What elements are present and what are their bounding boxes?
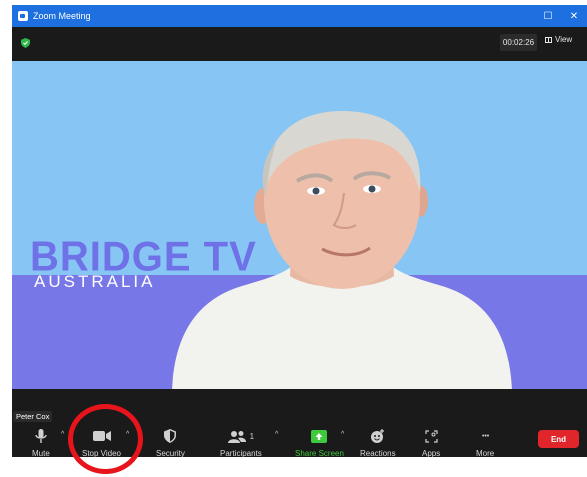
view-label: View xyxy=(555,35,573,44)
mute-button[interactable]: Mute xyxy=(32,429,50,457)
participant-video-image xyxy=(172,111,512,389)
meeting-timer: 00:02:26 xyxy=(500,34,537,51)
share-options-caret[interactable]: ^ xyxy=(341,431,344,438)
video-feed: BRIDGE TV AUSTRALIA xyxy=(12,61,587,389)
security-button[interactable]: Security xyxy=(156,429,185,457)
reactions-icon xyxy=(370,429,385,443)
audio-options-caret[interactable]: ^ xyxy=(61,431,64,438)
participants-count: 1 xyxy=(249,431,255,441)
video-options-caret[interactable]: ^ xyxy=(126,431,129,438)
microphone-icon xyxy=(35,429,47,443)
participant-name-tag: Peter Cox xyxy=(13,411,53,422)
more-button[interactable]: • • • More xyxy=(476,429,495,458)
camera-icon xyxy=(92,429,111,443)
share-screen-label: Share Screen xyxy=(295,449,344,457)
mute-label: Mute xyxy=(32,449,50,457)
more-label: More xyxy=(476,449,495,457)
shield-icon[interactable] xyxy=(21,38,30,48)
participants-options-caret[interactable]: ^ xyxy=(275,431,278,438)
title-bar: Zoom Meeting ☐ ✕ xyxy=(12,5,587,27)
reactions-label: Reactions xyxy=(360,449,396,457)
apps-icon xyxy=(425,429,438,443)
share-screen-button[interactable]: Share Screen xyxy=(295,429,344,457)
stop-video-label: Stop Video xyxy=(82,449,121,457)
zoom-meeting-window: Zoom Meeting ☐ ✕ 00:02:26 View BRIDGE TV… xyxy=(12,5,587,457)
zoom-app-icon xyxy=(18,11,28,21)
security-label: Security xyxy=(156,449,185,457)
participants-label: Participants xyxy=(220,449,262,457)
reactions-button[interactable]: Reactions xyxy=(360,429,396,457)
end-meeting-button[interactable]: End xyxy=(538,430,579,448)
apps-label: Apps xyxy=(422,449,441,457)
security-shield-icon xyxy=(164,429,177,443)
share-screen-icon xyxy=(311,429,328,443)
view-button[interactable]: View xyxy=(545,35,572,44)
background-brand-sub: AUSTRALIA xyxy=(34,272,156,291)
participants-icon: 1 xyxy=(227,429,255,443)
grid-view-icon xyxy=(545,36,552,43)
apps-button[interactable]: Apps xyxy=(422,429,440,457)
more-dots-icon: • • • xyxy=(481,432,489,440)
meeting-top-bar: 00:02:26 View xyxy=(12,27,587,61)
participants-button[interactable]: 1 Participants xyxy=(220,429,262,457)
meeting-controls-bar: Peter Cox Mute ^ Stop Video ^ Security 1 xyxy=(12,389,587,457)
stop-video-button[interactable]: Stop Video xyxy=(82,429,121,457)
maximize-button[interactable]: ☐ xyxy=(535,5,561,27)
close-button[interactable]: ✕ xyxy=(561,5,587,27)
window-title: Zoom Meeting xyxy=(33,11,91,21)
